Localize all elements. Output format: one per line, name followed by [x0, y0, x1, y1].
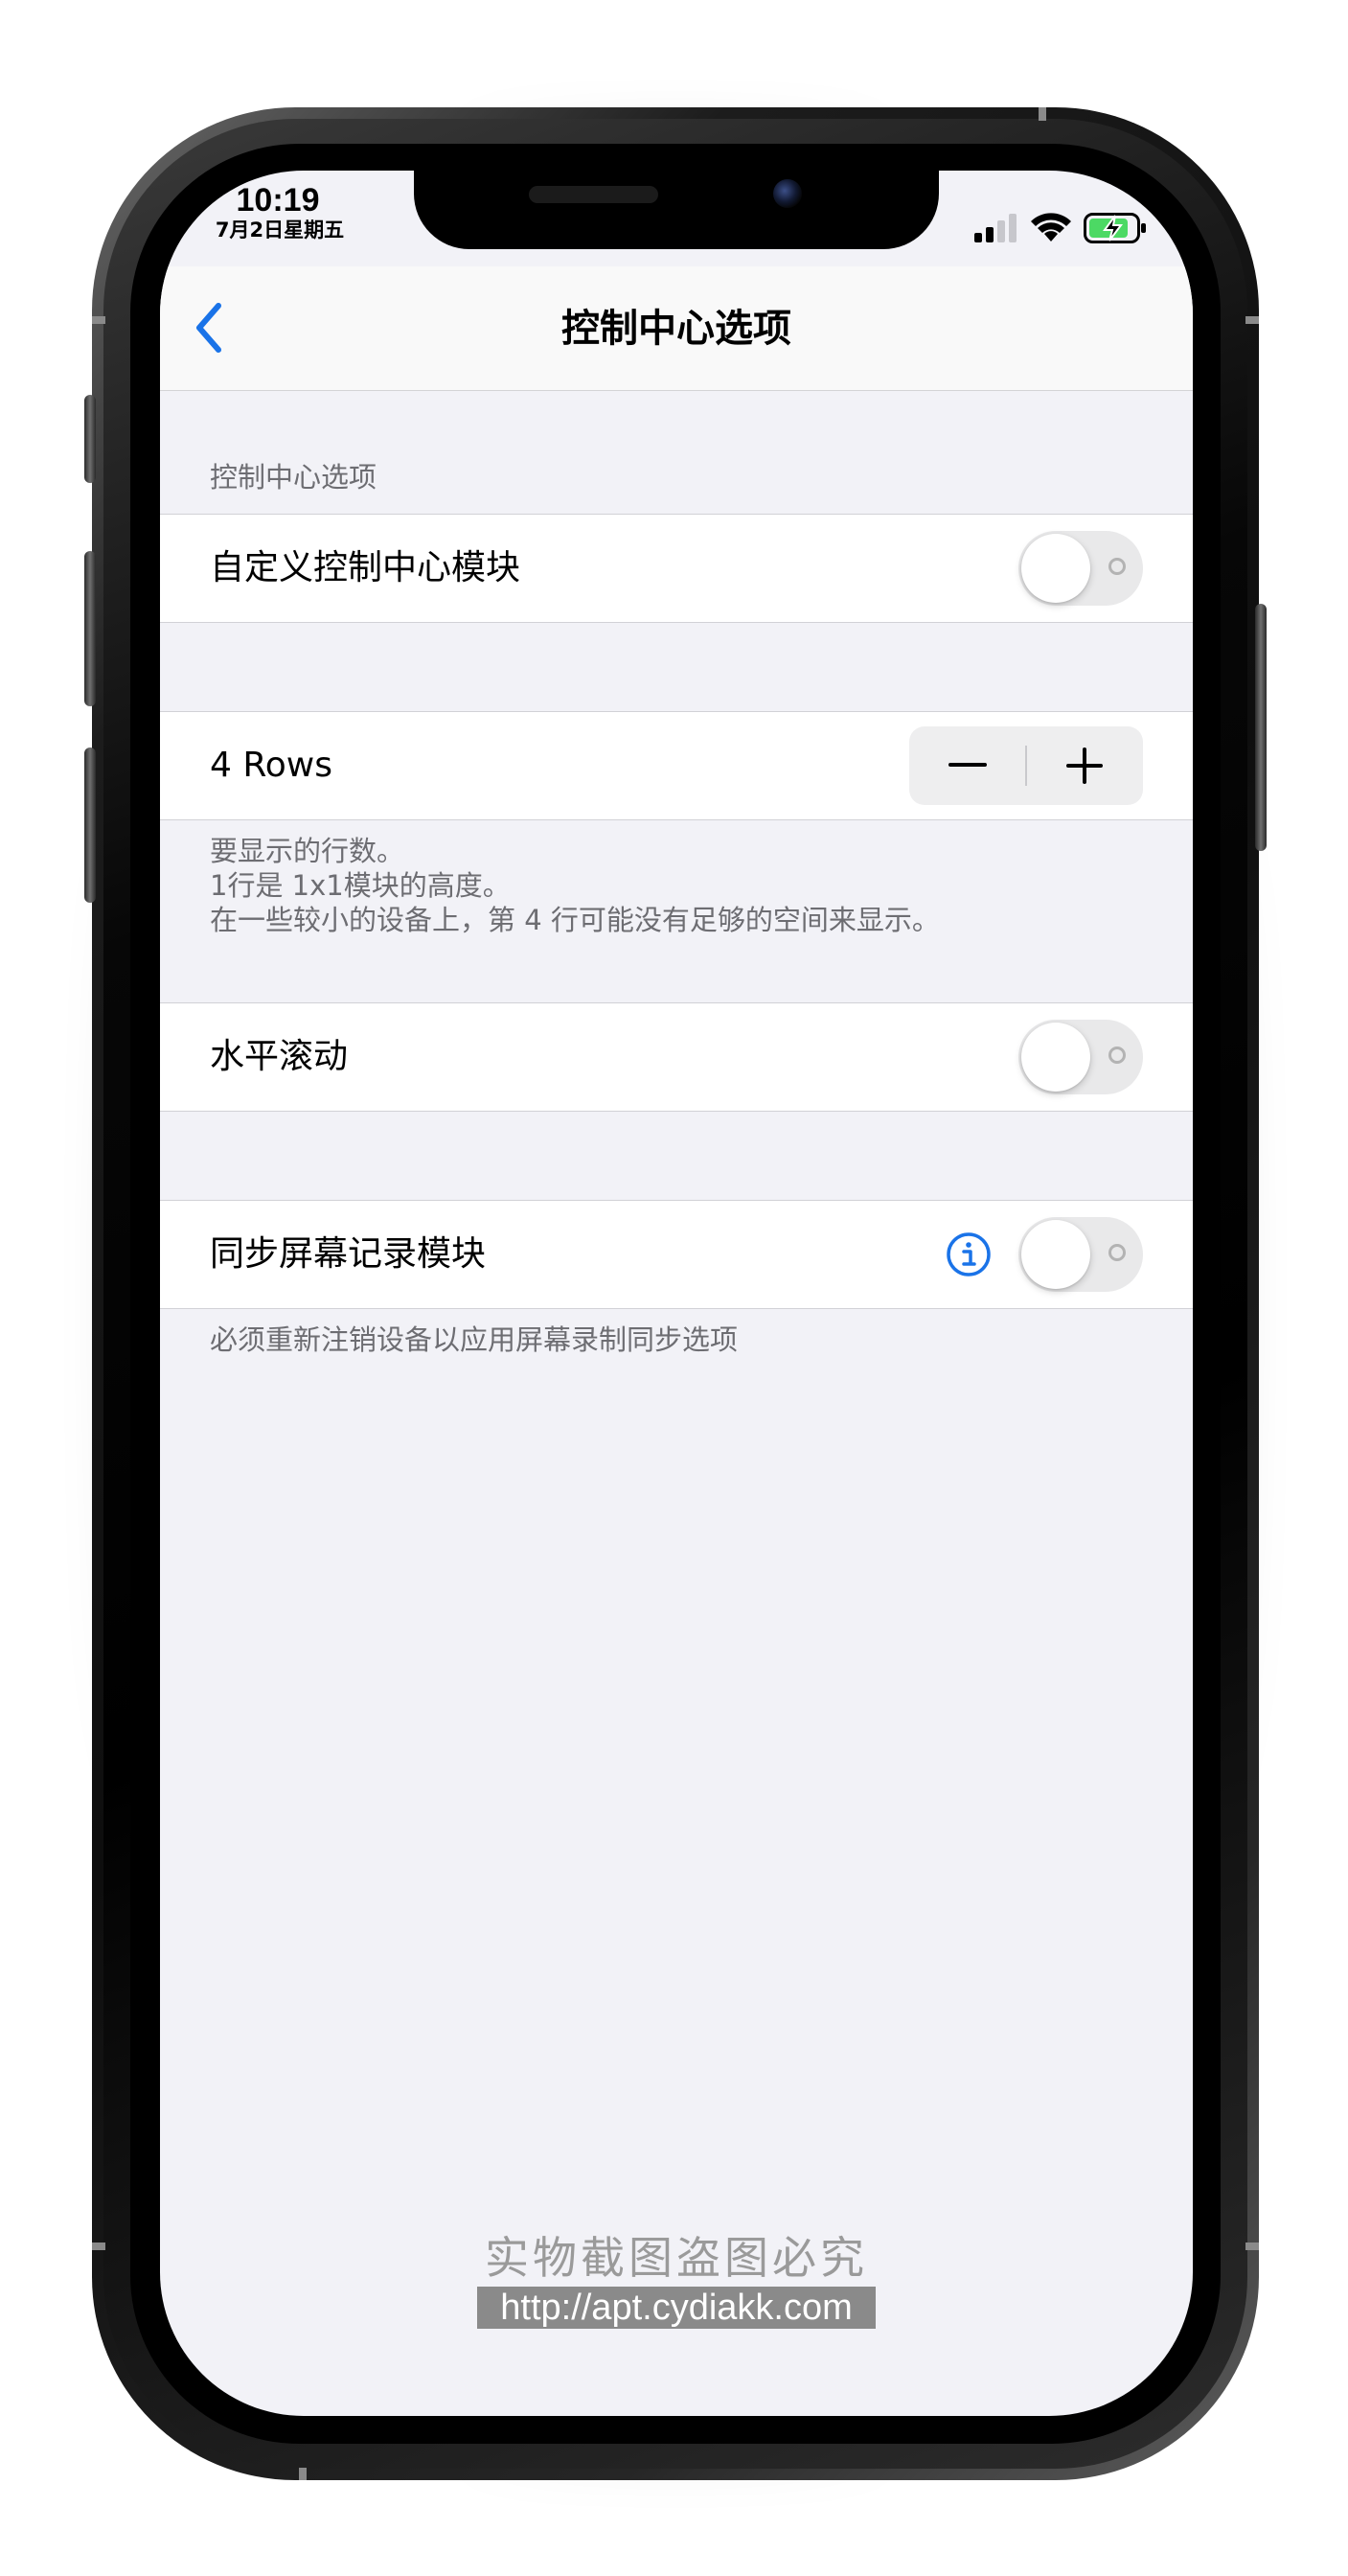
watermark-text: 实物截图盗图必究	[485, 2232, 868, 2284]
mute-switch	[84, 395, 96, 483]
stepper-decrement-button[interactable]	[909, 726, 1026, 805]
row-rows-count: 4 Rows	[160, 711, 1193, 820]
section-header-options: 控制中心选项	[210, 461, 377, 494]
toggle-off-indicator	[1108, 1244, 1126, 1261]
info-circle-icon	[947, 1232, 991, 1276]
volume-up-button	[84, 551, 96, 706]
front-camera	[773, 179, 802, 208]
cellular-signal-icon	[974, 214, 1017, 242]
power-button	[1255, 604, 1267, 851]
stepper-increment-button[interactable]	[1026, 726, 1143, 805]
sync-footer-note: 必须重新注销设备以应用屏幕录制同步选项	[210, 1323, 739, 1356]
rows-stepper	[909, 726, 1143, 805]
page-title: 控制中心选项	[561, 307, 791, 351]
earpiece-speaker	[529, 186, 658, 203]
status-time: 10:19	[236, 182, 320, 218]
volume-down-button	[84, 748, 96, 903]
rows-footer-note: 要显示的行数。 1行是 1x1模块的高度。 在一些较小的设备上，第 4 行可能没…	[210, 835, 940, 936]
antenna-line	[92, 316, 105, 324]
status-icons	[974, 209, 1147, 247]
antenna-line	[1245, 2242, 1259, 2250]
toggle-knob	[1021, 1220, 1090, 1289]
toggle-knob	[1021, 1023, 1090, 1092]
chevron-left-icon	[196, 303, 221, 353]
battery-charging-icon	[1084, 213, 1146, 243]
navigation-bar: 控制中心选项	[160, 266, 1193, 391]
info-button[interactable]	[946, 1231, 992, 1277]
screenshot-stage: 10:19 7月2日星期五 控制中心选项 控制中心选项 自定义控制中心模块 4 …	[0, 0, 1348, 2576]
row-label-rows-count: 4 Rows	[210, 746, 332, 785]
antenna-line	[1245, 316, 1259, 324]
antenna-line	[299, 2468, 307, 2480]
watermark-url: http://apt.cydiakk.com	[477, 2287, 876, 2329]
wifi-icon	[1031, 213, 1071, 242]
plus-icon	[1066, 748, 1103, 784]
row-label-sync-screen-record: 同步屏幕记录模块	[210, 1234, 487, 1274]
row-label-custom-cc-modules: 自定义控制中心模块	[210, 548, 521, 587]
toggle-knob	[1021, 534, 1090, 603]
back-button[interactable]	[185, 301, 233, 355]
toggle-custom-cc-modules[interactable]	[1018, 531, 1143, 606]
row-label-horizontal-scroll: 水平滚动	[210, 1037, 349, 1076]
toggle-sync-screen-record[interactable]	[1018, 1217, 1143, 1292]
row-sync-screen-record: 同步屏幕记录模块	[160, 1200, 1193, 1309]
minus-icon	[948, 763, 987, 767]
toggle-off-indicator	[1108, 1046, 1126, 1064]
phone-screen: 10:19 7月2日星期五 控制中心选项 控制中心选项 自定义控制中心模块 4 …	[160, 171, 1193, 2416]
toggle-off-indicator	[1108, 558, 1126, 575]
watermark: 实物截图盗图必究 http://apt.cydiakk.com	[160, 2231, 1193, 2329]
antenna-line	[1039, 107, 1046, 121]
row-custom-cc-modules: 自定义控制中心模块	[160, 514, 1193, 623]
status-date: 7月2日星期五	[215, 218, 345, 242]
antenna-line	[92, 2242, 105, 2250]
row-horizontal-scroll: 水平滚动	[160, 1002, 1193, 1112]
toggle-horizontal-scroll[interactable]	[1018, 1020, 1143, 1094]
notch	[414, 171, 939, 249]
